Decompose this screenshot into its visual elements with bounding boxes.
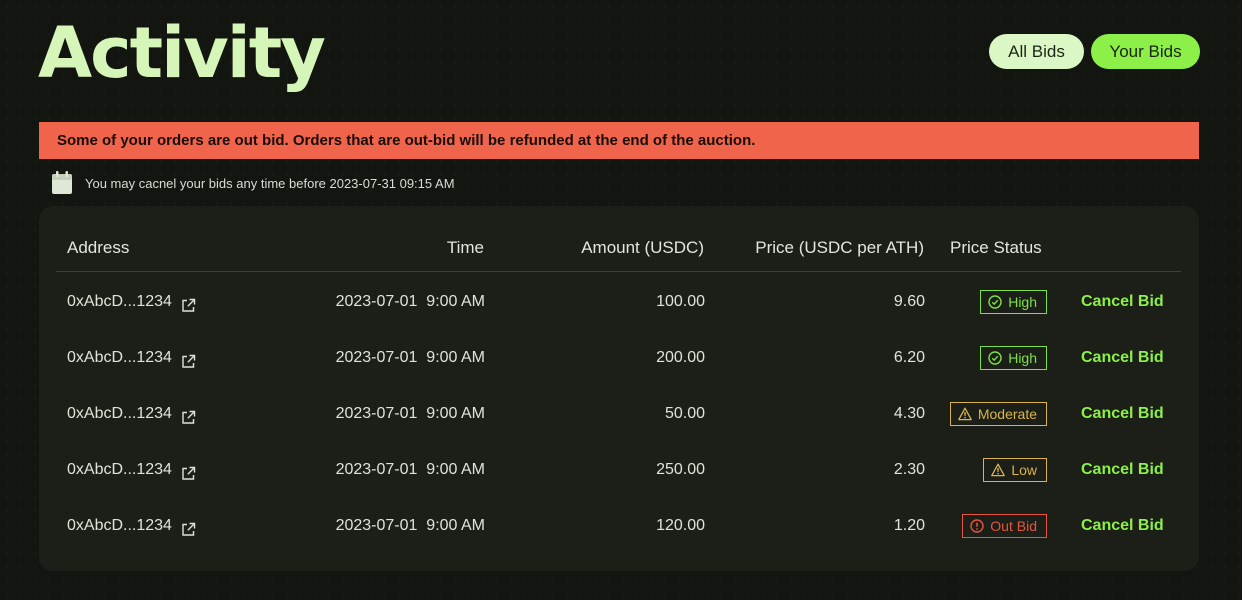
address-cell[interactable]: 0xAbcD...1234: [67, 344, 196, 372]
header-time: Time: [446, 238, 484, 257]
price-cell: 1.20: [893, 517, 925, 534]
price-status-label: High: [1008, 349, 1037, 366]
warning-triangle-icon: [957, 407, 972, 421]
address-cell[interactable]: 0xAbcD...1234: [67, 400, 196, 428]
price-status-label: Moderate: [977, 405, 1037, 422]
header-amount: Amount (USDC): [581, 238, 704, 257]
amount-cell: 250.00: [656, 461, 705, 478]
address-text[interactable]: 0xAbcD...1234: [67, 456, 172, 484]
price-cell: 2.30: [893, 461, 925, 478]
table-row: 0xAbcD...1234 2023-07-01 9:00 AM 200.00 6.2…: [39, 344, 1199, 400]
cancel-bid-button[interactable]: Cancel Bid: [1081, 456, 1164, 484]
price-status-badge: Out Bid: [962, 514, 1047, 538]
table-header: Address Time Amount (USDC) Price (USDC p…: [56, 232, 1181, 272]
address-text[interactable]: 0xAbcD...1234: [67, 512, 172, 540]
cancel-bid-button[interactable]: Cancel Bid: [1081, 512, 1164, 540]
external-link-icon[interactable]: [181, 351, 196, 368]
page-title: Activity: [38, 12, 326, 94]
amount-cell: 50.00: [664, 405, 705, 422]
time-cell: 2023-07-01 9:00 AM: [335, 517, 485, 534]
time-cell: 2023-07-01 9:00 AM: [335, 461, 485, 478]
table-row: 0xAbcD...1234 2023-07-01 9:00 AM 250.00 2.3…: [39, 456, 1199, 512]
address-text[interactable]: 0xAbcD...1234: [67, 400, 172, 428]
exclamation-circle-icon: [970, 519, 984, 533]
address-text[interactable]: 0xAbcD...1234: [67, 344, 172, 372]
price-status-badge: Low: [983, 458, 1047, 482]
header-address: Address: [67, 238, 130, 257]
price-status-label: High: [1008, 293, 1037, 310]
price-status-label: Low: [1011, 461, 1037, 478]
cancel-bid-button[interactable]: Cancel Bid: [1081, 344, 1164, 372]
address-cell[interactable]: 0xAbcD...1234: [67, 456, 196, 484]
header-price: Price (USDC per ATH): [755, 238, 924, 257]
header-price-status: Price Status: [950, 238, 1042, 257]
your-bids-button[interactable]: Your Bids: [1091, 34, 1200, 69]
table-row: 0xAbcD...1234 2023-07-01 9:00 AM 120.00 1.2…: [39, 512, 1199, 568]
address-text[interactable]: 0xAbcD...1234: [67, 288, 172, 316]
address-cell[interactable]: 0xAbcD...1234: [67, 288, 196, 316]
price-status-badge: Moderate: [949, 402, 1047, 426]
bids-table: Address Time Amount (USDC) Price (USDC p…: [39, 206, 1199, 571]
warning-triangle-icon: [991, 463, 1006, 477]
external-link-icon[interactable]: [181, 519, 196, 536]
time-cell: 2023-07-01 9:00 AM: [335, 405, 485, 422]
amount-cell: 100.00: [656, 293, 705, 310]
time-cell: 2023-07-01 9:00 AM: [335, 293, 485, 310]
address-cell[interactable]: 0xAbcD...1234: [67, 512, 196, 540]
bids-filter-toggle: All Bids Your Bids: [989, 34, 1200, 69]
price-cell: 9.60: [893, 293, 925, 310]
price-cell: 4.30: [893, 405, 925, 422]
outbid-alert-banner: Some of your orders are out bid. Orders …: [39, 122, 1199, 159]
check-circle-icon: [988, 351, 1002, 365]
activity-page: Activity All Bids Your Bids Some of your…: [0, 0, 1242, 600]
check-circle-icon: [988, 295, 1002, 309]
time-cell: 2023-07-01 9:00 AM: [335, 349, 485, 366]
external-link-icon[interactable]: [181, 295, 196, 312]
table-row: 0xAbcD...1234 2023-07-01 9:00 AM 50.00 4.30…: [39, 400, 1199, 456]
cancel-bid-button[interactable]: Cancel Bid: [1081, 288, 1164, 316]
amount-cell: 120.00: [656, 517, 705, 534]
calendar-icon: [51, 171, 73, 195]
price-status-badge: High: [980, 290, 1047, 314]
cancel-deadline-notice: You may cacnel your bids any time before…: [51, 170, 455, 196]
all-bids-button[interactable]: All Bids: [989, 34, 1084, 69]
external-link-icon[interactable]: [181, 407, 196, 424]
notice-text: You may cacnel your bids any time before…: [85, 175, 455, 191]
cancel-bid-button[interactable]: Cancel Bid: [1081, 400, 1164, 428]
amount-cell: 200.00: [656, 349, 705, 366]
price-status-badge: High: [980, 346, 1047, 370]
external-link-icon[interactable]: [181, 463, 196, 480]
table-row: 0xAbcD...1234 2023-07-01 9:00 AM 100.00 9.6…: [39, 288, 1199, 344]
price-status-label: Out Bid: [990, 517, 1037, 534]
price-cell: 6.20: [893, 349, 925, 366]
